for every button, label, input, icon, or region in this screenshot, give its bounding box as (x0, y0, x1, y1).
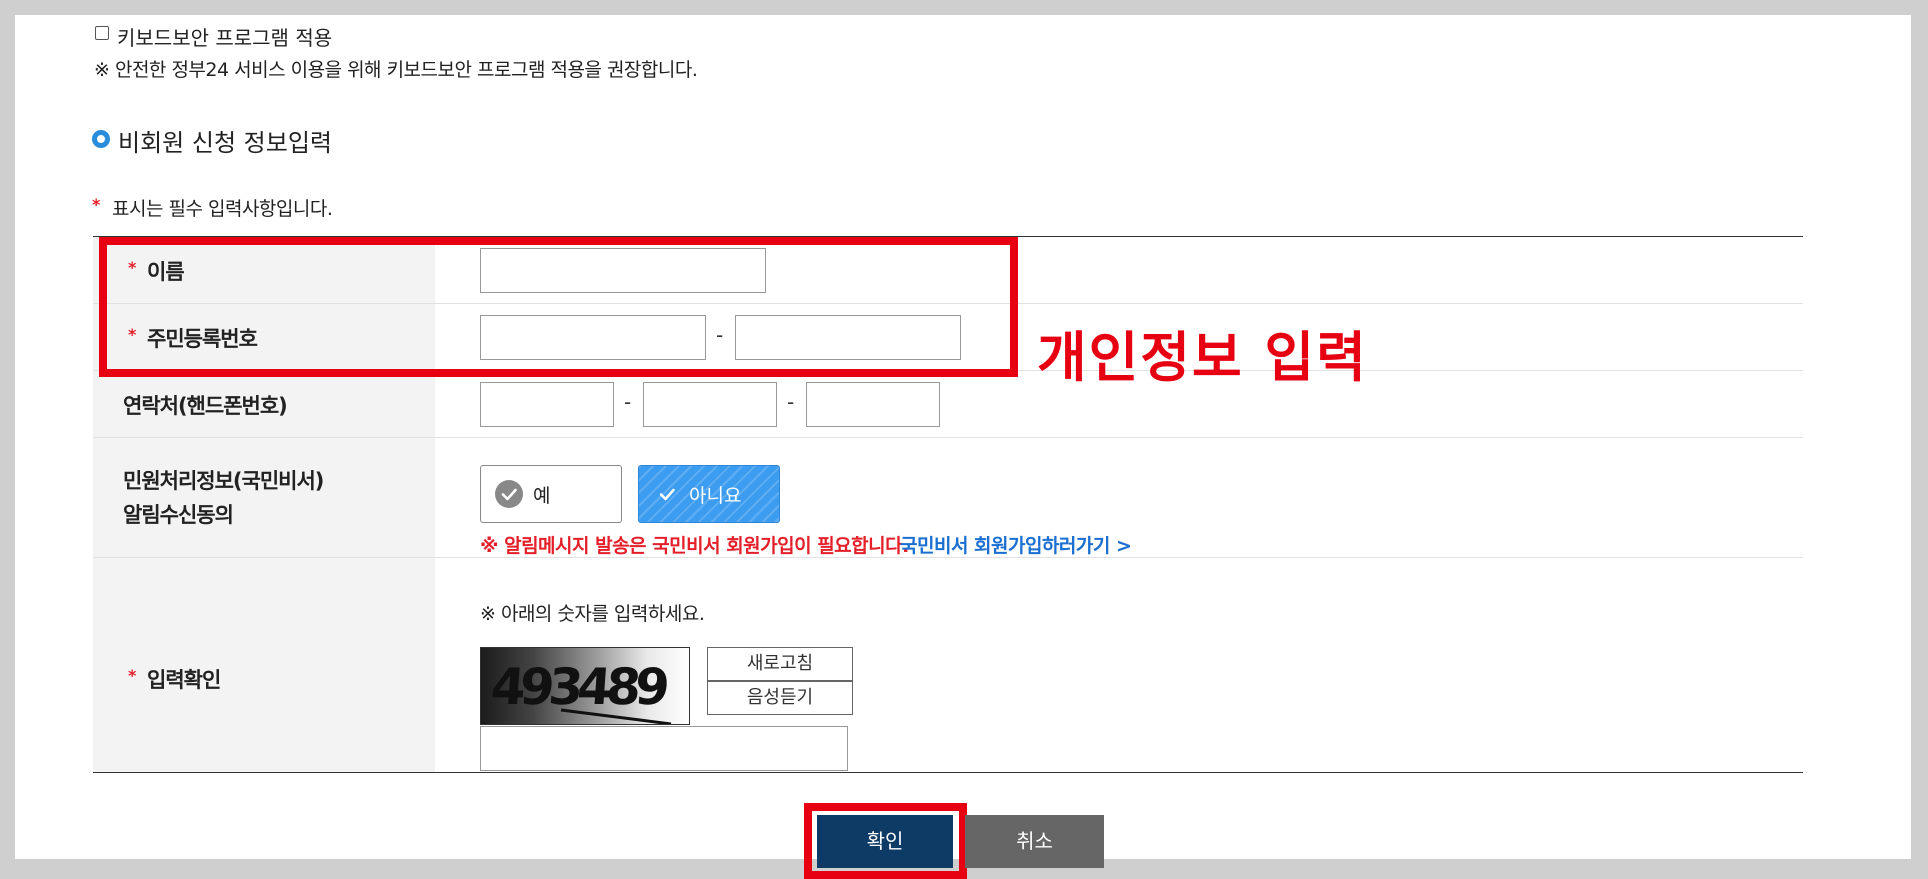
consent-no-button[interactable]: 아니요 (638, 465, 780, 523)
annotation-label: 개인정보 입력 (1037, 326, 1368, 389)
keyboard-security-checkbox[interactable] (95, 26, 109, 40)
keyboard-security-notice: ※ 안전한 정부24 서비스 이용을 위해 키보드보안 프로그램 적용을 권장합… (94, 59, 698, 81)
cancel-button[interactable]: 취소 (965, 815, 1104, 868)
section-title: 비회원 신청 정보입력 (118, 129, 332, 157)
captcha-audio-button[interactable]: 음성듣기 (707, 681, 853, 715)
phone-part3-input[interactable] (806, 382, 940, 427)
consent-no-label: 아니요 (689, 485, 742, 507)
row-divider (93, 437, 1803, 438)
check-icon (495, 480, 523, 508)
phone-label: 연락처(핸드폰번호) (123, 394, 288, 418)
consent-yes-label: 예 (533, 485, 551, 507)
required-star-icon: * (128, 666, 137, 685)
consent-notice: ※ 알림메시지 발송은 국민비서 회원가입이 필요합니다. (480, 535, 909, 557)
captcha-label: 입력확인 (147, 668, 221, 692)
separator-dash: - (624, 390, 632, 414)
consent-yes-button[interactable]: 예 (480, 465, 622, 523)
form-bottom-border (93, 772, 1803, 773)
check-icon (653, 480, 681, 508)
consent-label-line2: 알림수신동의 (123, 503, 234, 527)
consent-label-line1: 민원처리정보(국민비서) (123, 469, 324, 493)
keyboard-security-label: 키보드보안 프로그램 적용 (117, 26, 333, 50)
annotation-highlight-box (99, 237, 1018, 377)
captcha-input[interactable] (480, 726, 848, 771)
phone-part2-input[interactable] (643, 382, 777, 427)
captcha-refresh-button[interactable]: 새로고침 (707, 647, 853, 681)
page-container: 키보드보안 프로그램 적용 ※ 안전한 정부24 서비스 이용을 위해 키보드보… (15, 15, 1911, 879)
required-star-icon: * (92, 195, 101, 214)
required-note: 표시는 필수 입력사항입니다. (112, 198, 333, 220)
confirm-button[interactable]: 확인 (817, 815, 953, 868)
captcha-instruction: ※ 아래의 숫자를 입력하세요. (480, 603, 705, 625)
captcha-image: 493489 (480, 647, 690, 725)
phone-part1-input[interactable] (480, 382, 614, 427)
separator-dash: - (787, 390, 795, 414)
section-bullet-icon (92, 130, 110, 148)
signup-link[interactable]: 국민비서 회원가입하러가기 > (900, 531, 1132, 558)
